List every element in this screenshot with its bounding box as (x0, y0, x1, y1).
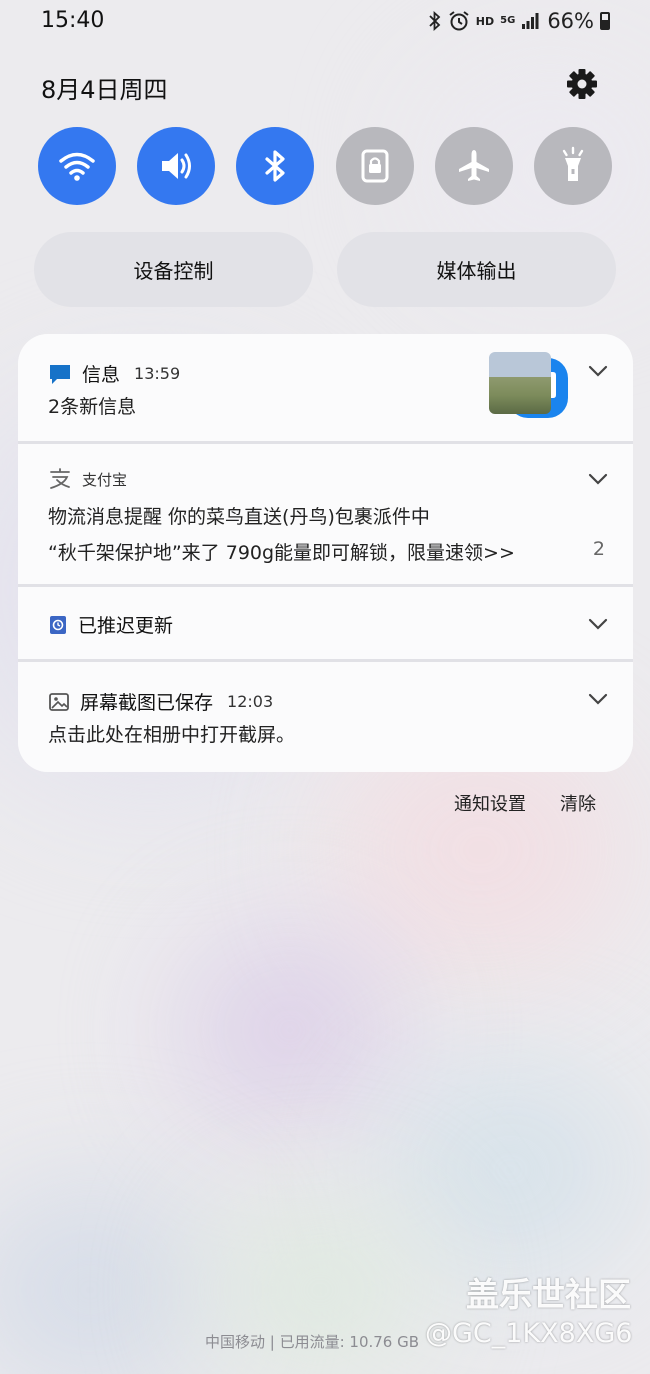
signal-icon (522, 13, 539, 29)
notification-header: 已推迟更新 (48, 611, 173, 638)
notification-alipay[interactable]: 支付宝 物流消息提醒 你的菜鸟直送(丹鸟)包裹派件中 “秋千架保护地”来了 79… (18, 444, 633, 584)
notification-app-name: 信息 (82, 364, 121, 386)
chevron-down-icon[interactable] (587, 468, 609, 490)
flashlight-toggle[interactable] (533, 127, 612, 205)
bluetooth-icon (429, 11, 441, 31)
notification-screenshot[interactable]: 屏幕截图已保存 12:03 点击此处在相册中打开截屏。 (18, 662, 633, 772)
message-app-icon (50, 364, 70, 384)
wifi-toggle[interactable] (38, 127, 116, 205)
airplane-icon (458, 150, 489, 181)
quick-settings-row (38, 127, 612, 205)
notification-time: 13:59 (134, 364, 181, 383)
clear-all-button[interactable]: 清除 (560, 790, 596, 816)
settings-gear-icon[interactable] (564, 66, 600, 102)
status-time: 15:40 (41, 8, 105, 33)
notification-app-name: 支付宝 (82, 470, 128, 489)
notification-text: 物流消息提醒 你的菜鸟直送(丹鸟)包裹派件中 (48, 506, 430, 528)
notification-header: 支付宝 (48, 468, 127, 490)
notification-header: 信息 13:59 (48, 360, 180, 387)
media-output-button[interactable]: 媒体输出 (337, 232, 616, 307)
hd-indicator: HD (475, 14, 495, 28)
notification-settings-link[interactable]: 通知设置 (454, 790, 526, 816)
rotation-lock-toggle[interactable] (335, 127, 414, 205)
carrier-info: 中国移动 | 已用流量: 10.76 GB (205, 1333, 420, 1351)
status-icons: HD 5G 66% (428, 9, 610, 33)
alarm-icon (449, 11, 469, 31)
date-label: 8月4日周四 (41, 76, 168, 104)
battery-percent: 66% (547, 9, 594, 33)
watermark-title: 盖乐世社区 (466, 1275, 631, 1314)
notification-time: 12:03 (227, 692, 274, 711)
bluetooth-toggle[interactable] (236, 127, 315, 205)
airplane-mode-toggle[interactable] (434, 127, 513, 205)
image-icon (49, 692, 69, 711)
notification-actions: 通知设置 清除 (454, 790, 596, 816)
lock-icon (361, 149, 389, 183)
notification-text: 2条新信息 (48, 396, 137, 418)
notification-text: “秋千架保护地”来了 790g能量即可解锁，限量速领>> (48, 542, 515, 564)
chevron-down-icon[interactable] (587, 688, 609, 710)
flashlight-icon (562, 146, 584, 181)
chevron-down-icon[interactable] (587, 613, 609, 635)
control-pills: 设备控制 媒体输出 (34, 232, 616, 307)
notification-header: 屏幕截图已保存 12:03 (48, 688, 273, 715)
notification-text: 点击此处在相册中打开截屏。 (48, 724, 296, 746)
battery-icon (600, 12, 610, 30)
notification-app-name: 屏幕截图已保存 (80, 692, 214, 714)
chevron-down-icon[interactable] (587, 360, 609, 382)
notification-title: 已推迟更新 (78, 615, 174, 637)
bluetooth-icon (265, 150, 285, 182)
notification-update[interactable]: 已推迟更新 (18, 587, 633, 659)
notification-count: 2 (592, 538, 605, 560)
watermark-user: @GC_1KX8XG6 (425, 1318, 633, 1349)
device-control-button[interactable]: 设备控制 (34, 232, 313, 307)
alipay-icon (50, 468, 70, 489)
volume-icon (162, 153, 192, 179)
network-type: 5G (500, 15, 516, 26)
status-bar: 15:40 HD 5G 66% (0, 0, 650, 44)
wifi-icon (59, 152, 95, 181)
sound-toggle[interactable] (137, 127, 216, 205)
screenshot-thumbnail[interactable] (489, 352, 551, 414)
update-clock-icon (50, 615, 66, 634)
